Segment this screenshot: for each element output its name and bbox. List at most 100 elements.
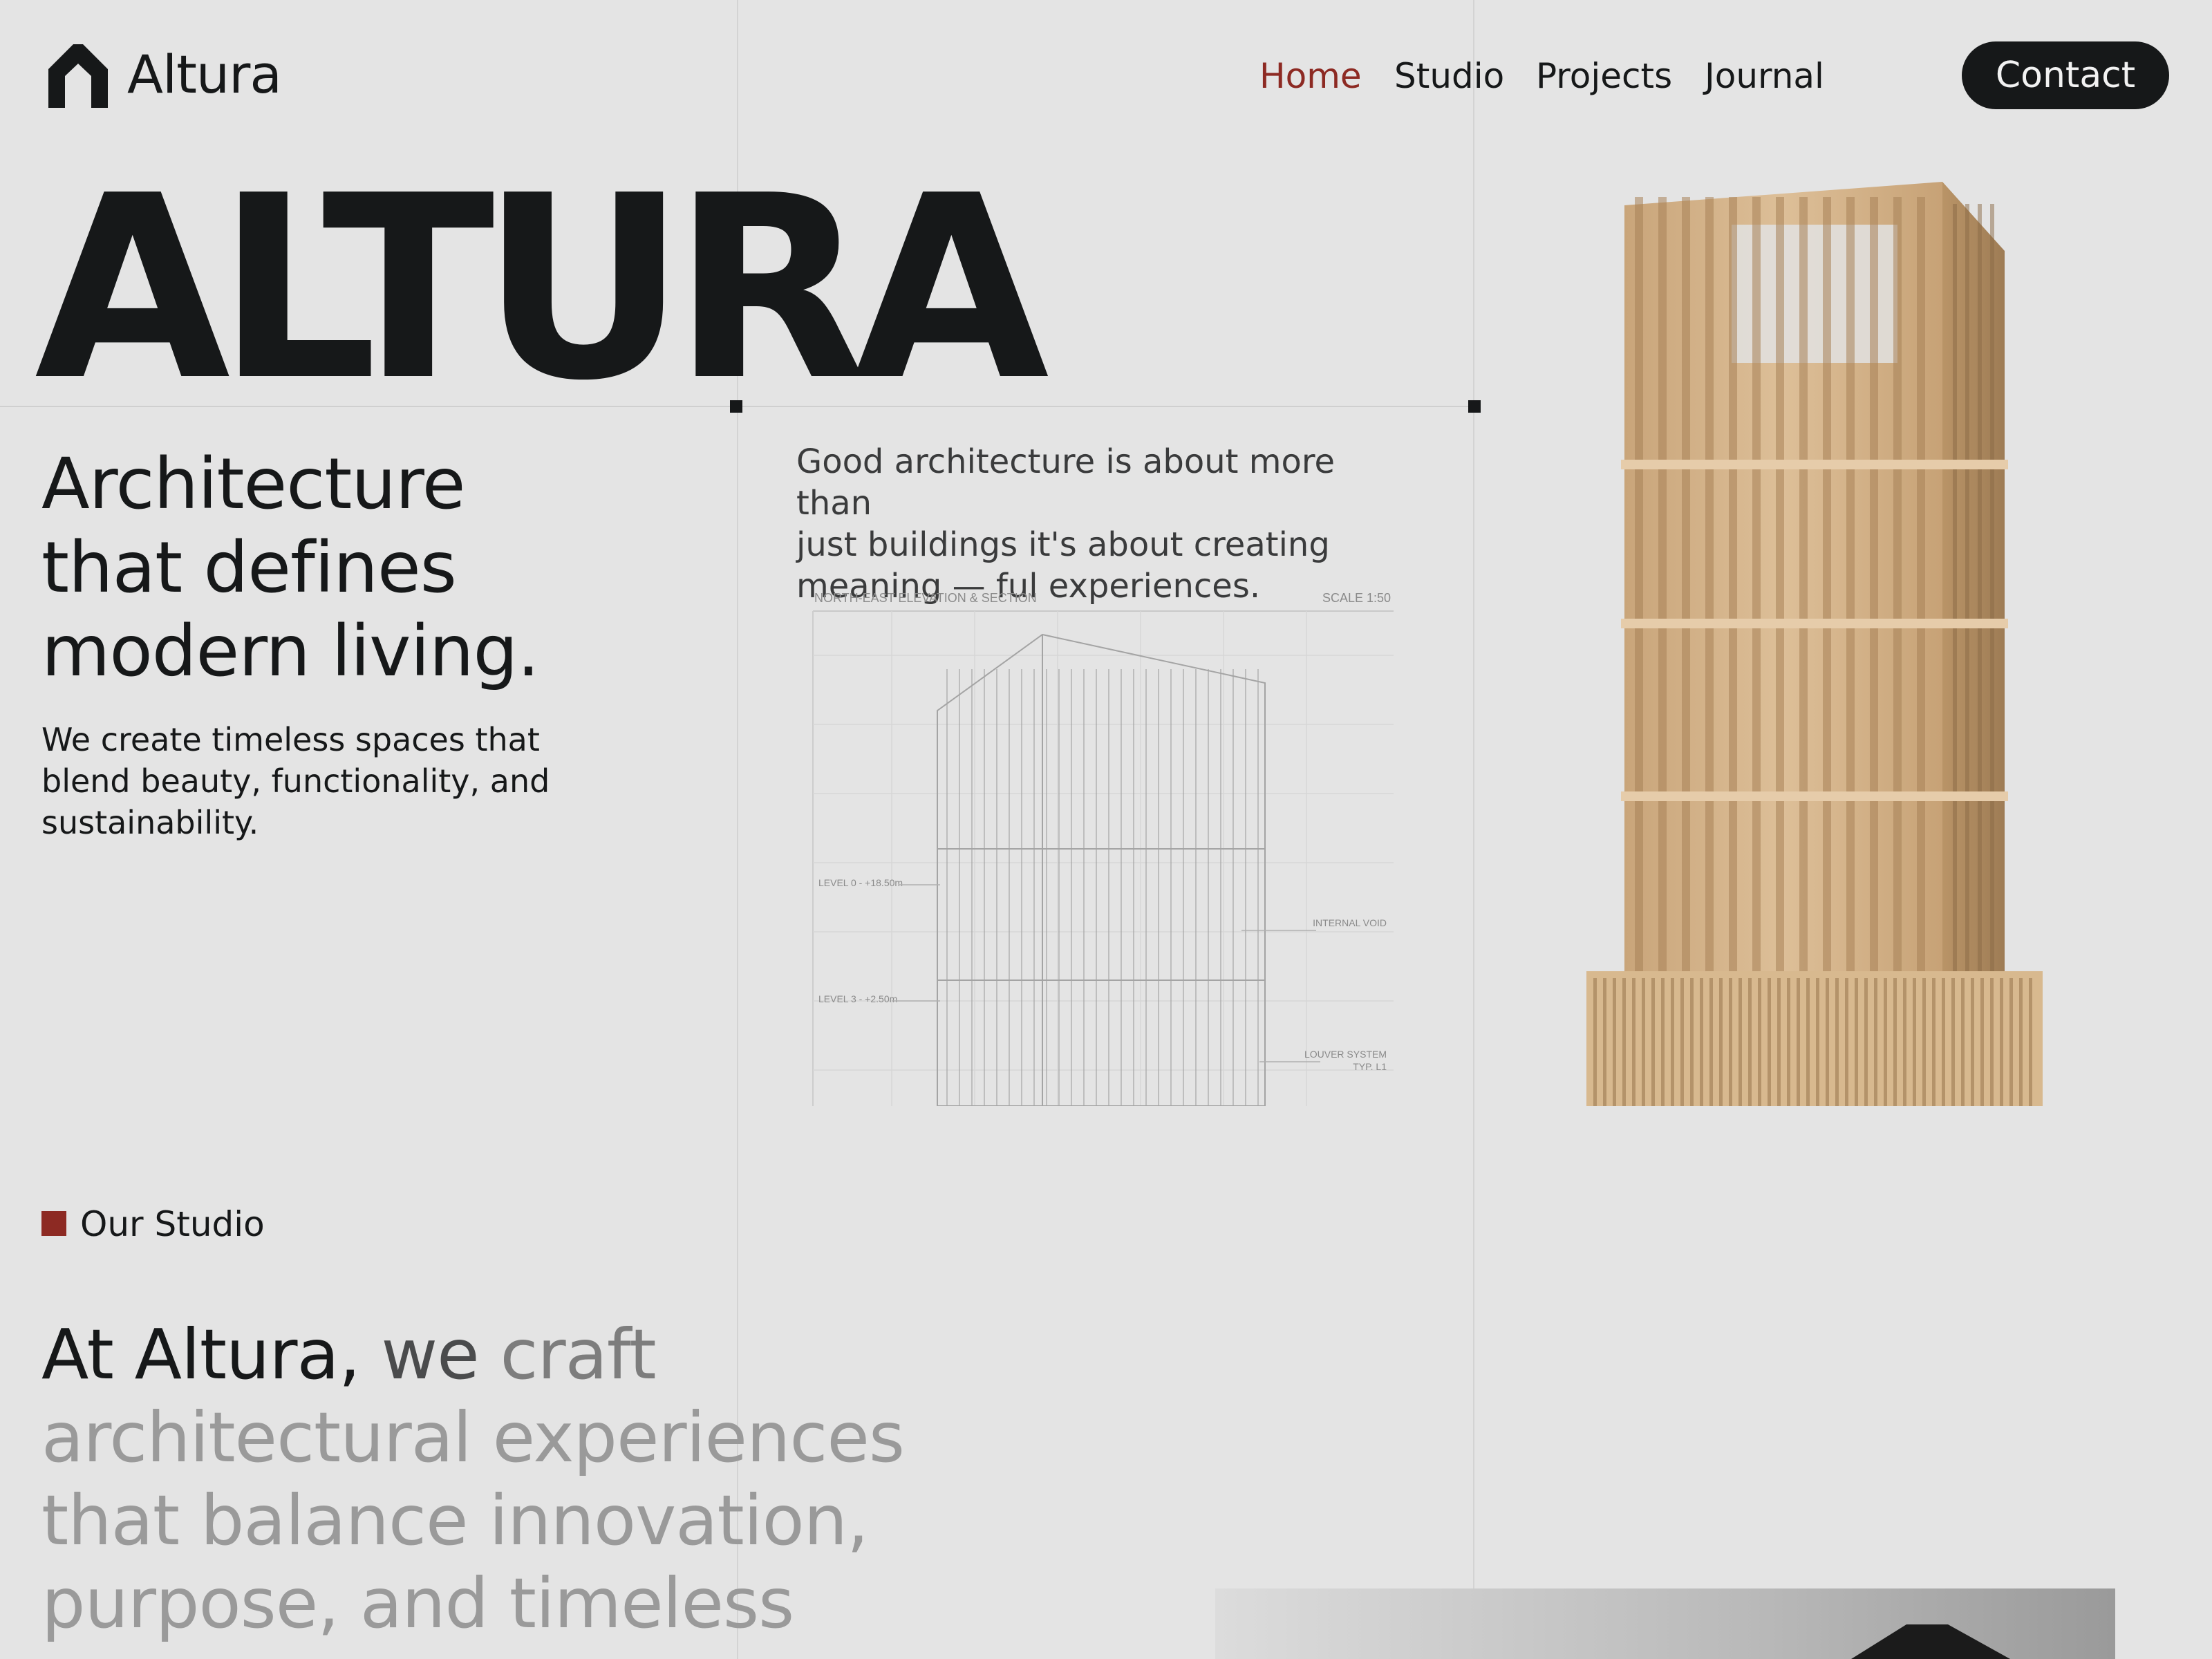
tower-base-slat bbox=[1835, 978, 1839, 1106]
tower-base-slat bbox=[1855, 978, 1858, 1106]
tower-base-slat bbox=[2000, 978, 2003, 1106]
tower-base-slat bbox=[1806, 978, 1810, 1106]
tower-slat bbox=[1893, 197, 1902, 971]
brand-name[interactable]: Altura bbox=[127, 40, 282, 109]
subtext-line-1: We create timeless spaces that bbox=[41, 721, 540, 758]
tower-base-slat bbox=[1913, 978, 1916, 1106]
tower-base-slat bbox=[1738, 978, 1742, 1106]
tower-slat bbox=[1635, 197, 1643, 971]
altura-logo-icon[interactable] bbox=[48, 44, 108, 108]
tower-base-slat bbox=[1787, 978, 1790, 1106]
tower-slat bbox=[1752, 197, 1761, 971]
drawing-title: NORTH-EAST ELEVATION & SECTION bbox=[814, 591, 1037, 605]
tower-floor-band bbox=[1621, 460, 2008, 469]
tower-base-slat bbox=[1845, 978, 1848, 1106]
tower-base-slat bbox=[1922, 978, 1926, 1106]
internal-void-label: INTERNAL VOID bbox=[1313, 917, 1387, 928]
tower-slat bbox=[1682, 197, 1690, 971]
elevation-drawing: NORTH-EAST ELEVATION & SECTION SCALE 1:5… bbox=[812, 591, 1394, 1106]
studio-statement: At Altura, we craft architectural experi… bbox=[41, 1313, 1009, 1645]
tower-side-slat bbox=[1978, 204, 1982, 971]
tower-base-slat bbox=[1893, 978, 1897, 1106]
tower-base-slat bbox=[1700, 978, 1703, 1106]
tower-base-slat bbox=[1777, 978, 1781, 1106]
tower-base-slat bbox=[1671, 978, 1674, 1106]
drawing-outline bbox=[937, 633, 1266, 1106]
tower-floor-band bbox=[1621, 791, 2008, 801]
tower-base-slat bbox=[1797, 978, 1800, 1106]
tower-slat bbox=[1870, 197, 1878, 971]
quote-line-2: just buildings it's about creating bbox=[796, 525, 1330, 564]
project-photo bbox=[1215, 1588, 2115, 1659]
tower-base-slat bbox=[2029, 978, 2032, 1106]
subtext-line-2: blend beauty, functionality, and bbox=[41, 762, 550, 800]
studio-label: Our Studio bbox=[80, 1204, 265, 1244]
statement-mid: we bbox=[359, 1314, 479, 1395]
tower-base-slat bbox=[1903, 978, 1906, 1106]
tower-floor-band bbox=[1621, 619, 2008, 628]
tower-base-slat bbox=[1951, 978, 1955, 1106]
tower-base-slat bbox=[1661, 978, 1665, 1106]
tower-base-slat bbox=[1816, 978, 1819, 1106]
nav-projects[interactable]: Projects bbox=[1536, 48, 1672, 104]
tower-slat bbox=[1917, 197, 1925, 971]
level-3-label: LEVEL 3 - +2.50m bbox=[818, 993, 897, 1004]
tower-side-slat bbox=[1990, 204, 1994, 971]
tagline-line-3: modern living. bbox=[41, 610, 540, 693]
tower-base-slat bbox=[1680, 978, 1684, 1106]
louver-label-2: TYP. L1 bbox=[1353, 1061, 1387, 1072]
statement-dark: At Altura, bbox=[41, 1314, 361, 1395]
tower-base-slat bbox=[1719, 978, 1723, 1106]
statement-light: craft bbox=[478, 1314, 657, 1395]
tower-base-slat bbox=[1942, 978, 1945, 1106]
tower-base-slat bbox=[1884, 978, 1887, 1106]
tower-base-slat bbox=[1632, 978, 1635, 1106]
tower-base-slat bbox=[1874, 978, 1877, 1106]
tower-slat bbox=[1776, 197, 1784, 971]
tower-slat bbox=[1823, 197, 1831, 971]
tower-base-slat bbox=[1651, 978, 1655, 1106]
nav-studio[interactable]: Studio bbox=[1394, 48, 1504, 104]
tower-base-slat bbox=[1748, 978, 1752, 1106]
tagline-line-1: Architecture bbox=[41, 443, 465, 525]
tower-base-slat bbox=[1826, 978, 1829, 1106]
hero-title: ALTURA bbox=[35, 142, 1049, 436]
grid-line-2 bbox=[1473, 0, 1474, 1659]
grid-marker-right bbox=[1468, 400, 1481, 413]
subtext-line-3: sustainability. bbox=[41, 804, 259, 841]
tower-slat bbox=[1799, 197, 1808, 971]
tower-base-slat bbox=[1642, 978, 1645, 1106]
tower-base-slat bbox=[1622, 978, 1626, 1106]
tower-base-slat bbox=[1709, 978, 1713, 1106]
tower-base-slat bbox=[1603, 978, 1606, 1106]
tower-base-slat bbox=[1768, 978, 1771, 1106]
louver-label-1: LOUVER SYSTEM bbox=[1304, 1049, 1387, 1060]
tower-base-slat bbox=[1593, 978, 1597, 1106]
tower-side-slat bbox=[1953, 204, 1957, 971]
tower-base-slat bbox=[1758, 978, 1761, 1106]
hero-tagline: Architecture that defines modern living. bbox=[41, 442, 664, 693]
tower-base-slat bbox=[2009, 978, 2013, 1106]
statement-rest: architectural experiences that balance i… bbox=[41, 1397, 905, 1644]
philosophy-quote: Good architecture is about more than jus… bbox=[796, 441, 1418, 607]
nav-journal[interactable]: Journal bbox=[1705, 48, 1824, 104]
quote-line-1: Good architecture is about more than bbox=[796, 442, 1335, 523]
nav-home[interactable]: Home bbox=[1259, 48, 1362, 104]
tower-base-slat bbox=[2019, 978, 2023, 1106]
tower-base-slat bbox=[1864, 978, 1868, 1106]
tower-base-slat bbox=[1961, 978, 1965, 1106]
tower-model-image bbox=[1586, 182, 2043, 1106]
tower-base-slat bbox=[1980, 978, 1984, 1106]
hero-subtext: We create timeless spaces that blend bea… bbox=[41, 719, 608, 843]
tower-base-slat bbox=[1932, 978, 1936, 1106]
tower-base-slat bbox=[1613, 978, 1616, 1106]
drawing-scale: SCALE 1:50 bbox=[1322, 591, 1391, 605]
tower-base-slat bbox=[1971, 978, 1974, 1106]
tagline-line-2: that defines bbox=[41, 527, 457, 609]
tower-slat bbox=[1846, 197, 1855, 971]
tower-base-slat bbox=[1990, 978, 1994, 1106]
studio-marker bbox=[41, 1211, 66, 1236]
level-0-label: LEVEL 0 - +18.50m bbox=[818, 877, 903, 888]
tower-slat bbox=[1658, 197, 1667, 971]
contact-button[interactable]: Contact bbox=[1962, 41, 2169, 109]
